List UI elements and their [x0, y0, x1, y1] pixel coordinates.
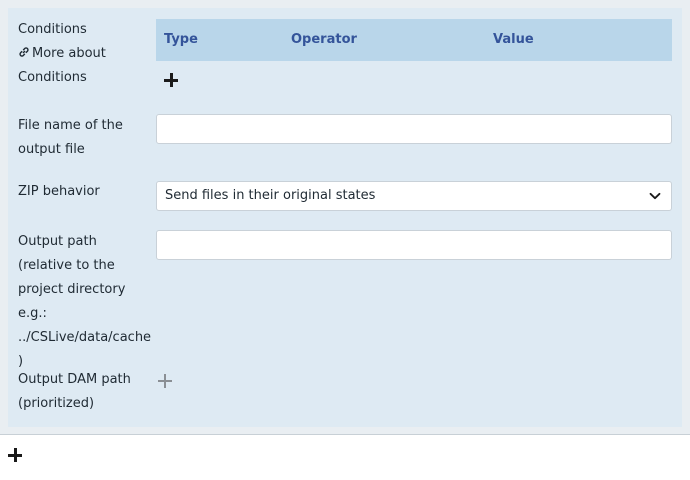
config-section: Conditions More about Conditions Type Op…	[0, 0, 690, 435]
add-item-plus-icon[interactable]	[7, 447, 23, 463]
chevron-down-icon	[649, 192, 661, 200]
settings-panel: Conditions More about Conditions Type Op…	[8, 8, 682, 427]
column-value: Value	[493, 32, 534, 47]
dam-path-label: Output DAM path (prioritized)	[18, 372, 131, 411]
add-dam-path-plus-icon[interactable]	[158, 374, 172, 388]
column-operator: Operator	[291, 32, 357, 47]
link-icon	[19, 47, 29, 57]
more-about-conditions-text: More about Conditions	[18, 46, 106, 85]
output-file-label: File name of the output file	[18, 118, 123, 157]
zip-behavior-selected: Send files in their original states	[165, 188, 376, 203]
conditions-title: Conditions	[18, 22, 87, 37]
column-type: Type	[164, 32, 198, 47]
conditions-table-header: Type Operator Value	[156, 19, 672, 61]
output-path-label: Output path (relative to the project dir…	[18, 234, 152, 369]
add-condition-plus-icon[interactable]	[163, 72, 179, 88]
conditions-label: Conditions More about Conditions	[18, 18, 146, 90]
output-path-input[interactable]	[156, 230, 672, 260]
zip-behavior-select[interactable]: Send files in their original states	[156, 181, 672, 211]
output-file-input[interactable]	[156, 114, 672, 144]
more-about-conditions-link[interactable]: More about Conditions	[18, 46, 106, 85]
zip-behavior-label: ZIP behavior	[18, 184, 100, 199]
